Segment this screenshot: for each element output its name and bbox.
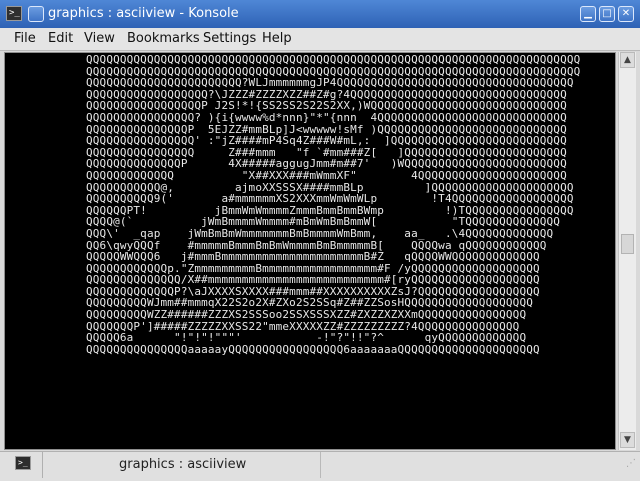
terminal-output[interactable]: QQQQQQQQQQQQQQQQQQQQQQQQQQQQQQQQQQQQQQQQ… bbox=[4, 52, 616, 450]
ascii-art-output: QQQQQQQQQQQQQQQQQQQQQQQQQQQQQQQQQQQQQQQQ… bbox=[86, 53, 581, 356]
konsole-window: >_ graphics : asciiview - Konsole ▁ □ ✕ … bbox=[0, 0, 640, 481]
scroll-down-icon[interactable]: ▼ bbox=[620, 432, 635, 448]
menu-file[interactable]: File bbox=[14, 31, 36, 47]
menu-bar: File Edit View Bookmarks Settings Help bbox=[0, 28, 640, 51]
terminal-app-icon[interactable]: >_ bbox=[6, 6, 22, 21]
tab-separator-left bbox=[42, 452, 43, 478]
tab-separator-right bbox=[320, 452, 321, 478]
menu-view[interactable]: View bbox=[84, 31, 115, 47]
menu-edit[interactable]: Edit bbox=[48, 31, 73, 47]
minimize-button[interactable]: ▁ bbox=[580, 6, 596, 22]
window-menu-button[interactable] bbox=[28, 6, 44, 22]
close-button[interactable]: ✕ bbox=[618, 6, 634, 22]
session-tab[interactable]: graphics : asciiview bbox=[119, 457, 246, 472]
menu-bookmarks[interactable]: Bookmarks bbox=[127, 31, 200, 47]
menu-settings[interactable]: Settings bbox=[203, 31, 256, 47]
new-tab-icon[interactable]: >_ bbox=[15, 456, 31, 470]
window-title: graphics : asciiview - Konsole bbox=[48, 6, 239, 21]
scroll-up-icon[interactable]: ▲ bbox=[620, 52, 635, 68]
resize-grip-icon[interactable]: ⋰ bbox=[618, 459, 636, 476]
menu-help[interactable]: Help bbox=[262, 31, 292, 47]
scrollbar-thumb[interactable] bbox=[621, 234, 634, 254]
vertical-scrollbar[interactable]: ▲ ▼ bbox=[618, 52, 636, 450]
title-bar[interactable]: >_ graphics : asciiview - Konsole ▁ □ ✕ bbox=[0, 0, 640, 28]
maximize-button[interactable]: □ bbox=[599, 6, 615, 22]
